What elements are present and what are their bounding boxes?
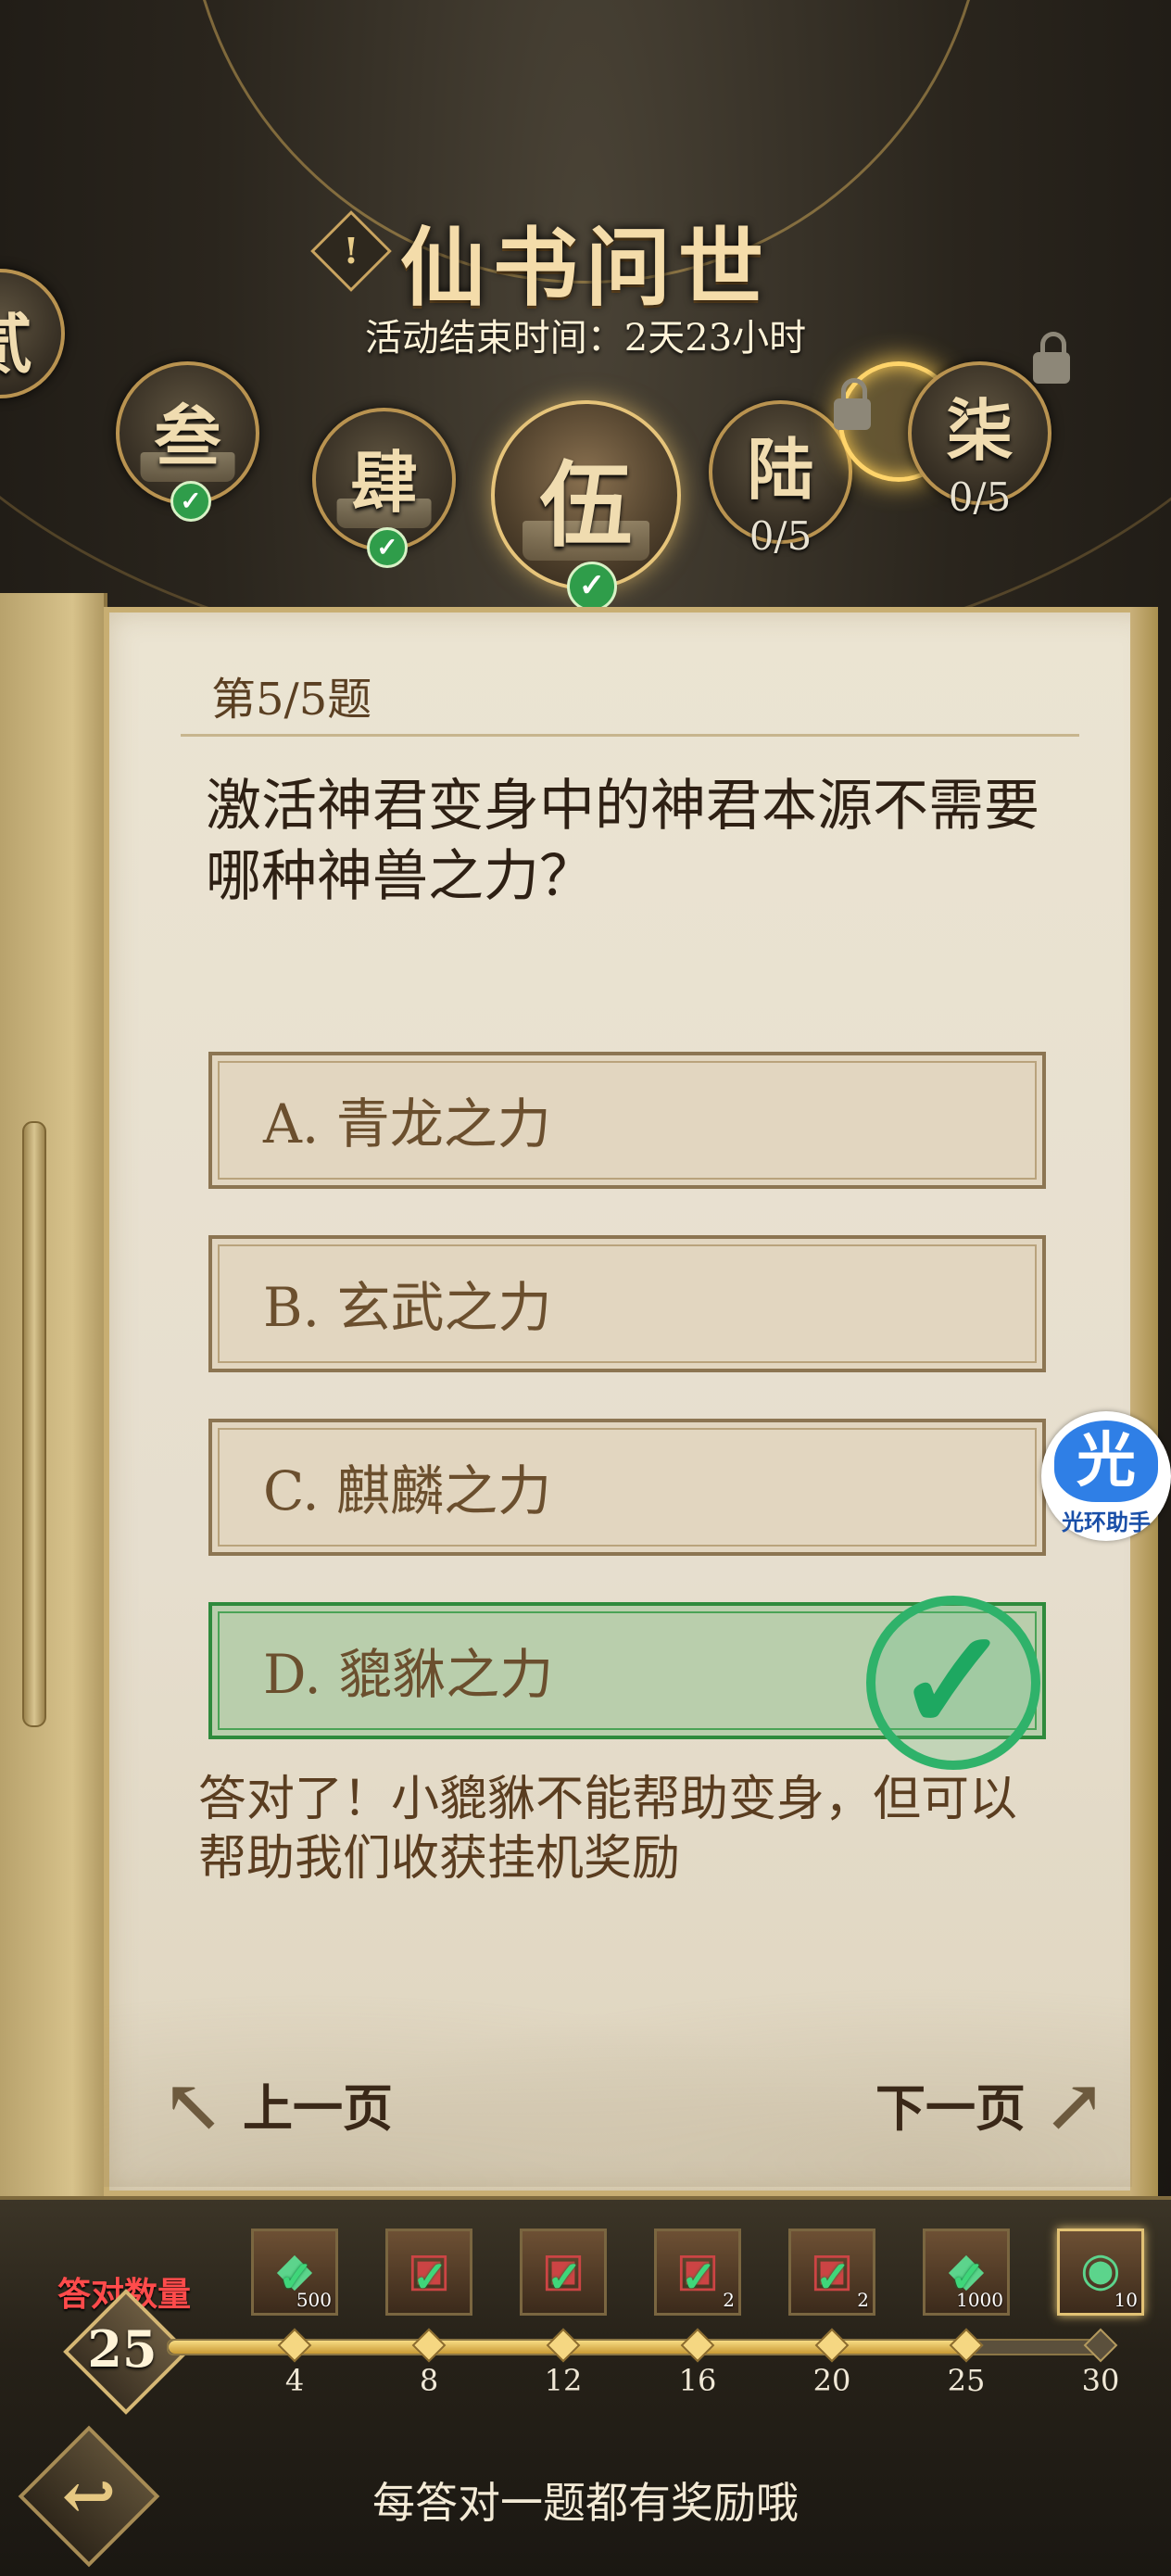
- completed-check-icon: ✓: [367, 527, 408, 568]
- question-number: 第5/5题: [211, 674, 372, 726]
- option-a[interactable]: A. 青龙之力: [208, 1052, 1046, 1189]
- option-b[interactable]: B. 玄武之力: [208, 1235, 1046, 1372]
- claimed-check-icon: ✓: [547, 2252, 583, 2302]
- next-page-button[interactable]: 下一页: [875, 2071, 1026, 2145]
- lock-icon: [834, 378, 871, 430]
- milestone-label: 30: [1081, 2363, 1120, 2398]
- reward-slot[interactable]: ◉ 10: [1057, 2229, 1144, 2316]
- answer-feedback: 答对了！小貔貅不能帮助变身，但可以帮助我们收获挂机奖励: [198, 1772, 1018, 1887]
- correct-check-icon: ✓: [866, 1596, 1040, 1770]
- reward-slot[interactable]: ▣ ✓: [385, 2229, 472, 2316]
- game-scene: ! 仙书问世 活动结束时间：2天23小时 贰 叁 ✓ 肆 ✓ 伍 ✓ 陆 0/5…: [0, 0, 1171, 2576]
- completed-check-icon: ✓: [567, 562, 617, 612]
- milestone-label: 25: [947, 2363, 986, 2398]
- milestone-label: 8: [419, 2363, 439, 2398]
- event-title: 仙书问世: [399, 218, 771, 318]
- milestone-label: 20: [812, 2363, 851, 2398]
- reward-slot[interactable]: ▣ ✓: [520, 2229, 607, 2316]
- question-text: 激活神君变身中的神君本源不需要哪种神兽之力？: [206, 774, 1039, 909]
- chapter-tab-6[interactable]: 陆 0/5: [709, 400, 852, 559]
- claimed-check-icon: ✓: [815, 2252, 851, 2302]
- claimed-check-icon: ✓: [681, 2252, 717, 2302]
- prev-arrow-icon[interactable]: ↖: [156, 2068, 230, 2142]
- reward-quantity: 2: [857, 2289, 869, 2311]
- reward-slot[interactable]: ◆ ✓ 1000: [923, 2229, 1010, 2316]
- helper-app-button[interactable]: 光 光环助手: [1041, 1411, 1171, 1541]
- reward-slot[interactable]: ▣ ✓ 2: [788, 2229, 875, 2316]
- divider: [181, 734, 1079, 737]
- chapter-tab-4[interactable]: 肆 ✓: [312, 408, 456, 568]
- milestone-label: 4: [284, 2363, 305, 2398]
- next-arrow-icon[interactable]: ↗: [1038, 2068, 1112, 2142]
- milestone-label: 16: [678, 2363, 717, 2398]
- chapter-tab-7[interactable]: 柒 0/5: [908, 361, 1051, 520]
- reward-quantity: 500: [296, 2289, 332, 2311]
- prev-page-button[interactable]: 上一页: [243, 2071, 393, 2145]
- chapter-tab-3[interactable]: 叁 ✓: [116, 361, 259, 522]
- side-panel-frame: [0, 593, 107, 2201]
- completed-check-icon: ✓: [170, 481, 211, 522]
- event-timer: 活动结束时间：2天23小时: [364, 317, 807, 360]
- reward-quantity: 1000: [956, 2289, 1003, 2311]
- reward-quantity: 2: [723, 2289, 735, 2311]
- reward-slot[interactable]: ▣ ✓ 2: [654, 2229, 741, 2316]
- scroll-track[interactable]: [22, 1121, 46, 1727]
- reward-quantity: 10: [1114, 2289, 1138, 2311]
- correct-count-value: 25: [87, 2319, 157, 2379]
- chapter-tab-5[interactable]: 伍 ✓: [491, 400, 681, 612]
- reward-hint: 每答对一题都有奖励哦: [372, 2478, 799, 2528]
- reward-slot[interactable]: ◆ ✓ 500: [251, 2229, 338, 2316]
- decorative-mountains: [104, 1937, 1132, 2187]
- lock-icon: [1033, 332, 1070, 384]
- claimed-check-icon: ✓: [412, 2252, 448, 2302]
- card-frame: [1130, 607, 1158, 2196]
- milestone-label: 12: [544, 2363, 583, 2398]
- option-c[interactable]: C. 麒麟之力: [208, 1419, 1046, 1556]
